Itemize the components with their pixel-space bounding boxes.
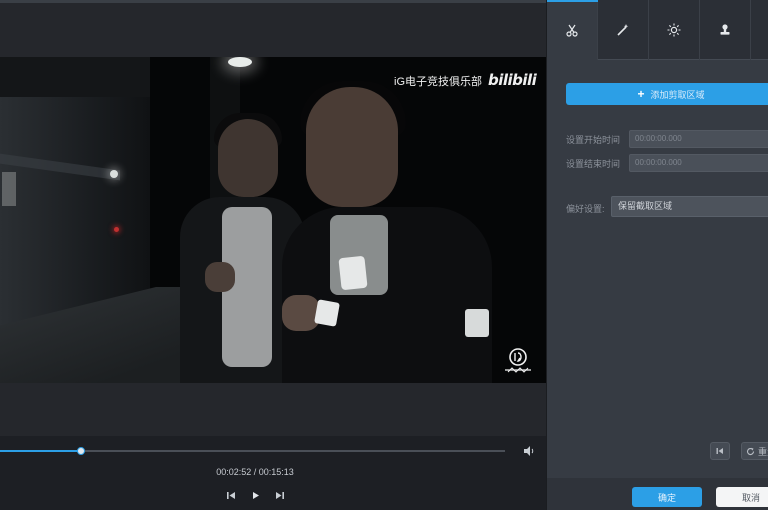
total-time: 00:15:13	[258, 467, 294, 477]
scene-red-light	[114, 227, 119, 232]
end-time-input[interactable]: 00:00:00.000	[629, 154, 768, 172]
next-frame-button[interactable]	[273, 489, 285, 501]
reset-icon	[746, 447, 755, 455]
person-left-hand	[205, 262, 235, 292]
progress-handle[interactable]	[76, 447, 85, 455]
transport-controls	[0, 489, 510, 501]
tab-adjust[interactable]	[649, 0, 700, 60]
video-watermark: iG电子竞技俱乐部 bilibili	[394, 71, 537, 89]
bilibili-logo: bilibili	[488, 71, 537, 89]
video-editor-window: iG电子竞技俱乐部 bilibili 00:02:52 / 00:15:13 +…	[0, 0, 768, 510]
confirm-button[interactable]: 确定	[632, 487, 702, 507]
scene-ceiling-lamp	[228, 57, 252, 67]
skip-start-icon	[716, 448, 723, 454]
previous-frame-button[interactable]	[225, 489, 237, 501]
preference-select[interactable]: 保留截取区域	[611, 196, 768, 217]
start-time-input[interactable]: 00:00:00.000	[629, 130, 768, 148]
scissors-icon	[566, 24, 578, 37]
reset-label: 重置	[757, 446, 768, 457]
scene-ceiling	[0, 57, 150, 97]
tab-cut[interactable]	[547, 0, 598, 60]
jacket-patch	[465, 309, 489, 337]
ig-corner-logo-icon	[505, 348, 531, 373]
video-frame[interactable]: iG电子竞技俱乐部 bilibili	[0, 57, 546, 383]
time-display: 00:02:52 / 00:15:13	[0, 467, 510, 477]
person-left-head	[218, 119, 278, 197]
video-player: iG电子竞技俱乐部 bilibili 00:02:52 / 00:15:13	[0, 0, 546, 510]
next-frame-icon	[275, 491, 284, 499]
brightness-icon	[667, 23, 681, 37]
cancel-button[interactable]: 取消	[716, 487, 768, 507]
play-icon	[252, 491, 259, 499]
person-right-head	[306, 87, 398, 207]
play-button[interactable]	[249, 489, 261, 501]
tool-tabs	[547, 0, 768, 60]
scene-wall-lamp	[110, 170, 118, 178]
volume-icon[interactable]	[522, 444, 536, 458]
tab-watermark[interactable]	[700, 0, 751, 60]
start-time-label: 设置开始时间	[566, 135, 621, 145]
person-right-hand	[282, 295, 320, 331]
reset-button[interactable]: 重置	[741, 442, 768, 460]
jump-to-start-button[interactable]	[710, 442, 730, 460]
previous-frame-icon	[226, 491, 235, 499]
stamp-icon	[720, 24, 730, 35]
edit-panel: + 添加剪取区域 设置开始时间 00:00:00.000 设置结束时间 00:0…	[546, 0, 768, 510]
add-clip-region-button[interactable]: + 添加剪取区域	[566, 83, 768, 105]
current-time: 00:02:52	[216, 467, 252, 477]
progress-bar[interactable]	[0, 447, 505, 455]
progress-fill	[0, 450, 81, 452]
add-clip-region-label: 添加剪取区域	[650, 89, 705, 100]
time-separator: /	[251, 467, 259, 477]
scene-poster	[2, 172, 16, 206]
magic-wand-icon	[617, 24, 629, 36]
jacket-patch	[314, 299, 340, 327]
jacket-patch	[338, 255, 368, 291]
tab-effects[interactable]	[598, 0, 649, 60]
plus-icon: +	[637, 87, 645, 101]
top-strip	[0, 0, 546, 3]
watermark-text: iG电子竞技俱乐部	[394, 76, 482, 88]
playback-controls: 00:02:52 / 00:15:13	[0, 436, 546, 510]
preference-label: 偏好设置:	[566, 204, 605, 214]
active-tab-indicator	[547, 0, 598, 2]
end-time-label: 设置结束时间	[566, 159, 621, 169]
